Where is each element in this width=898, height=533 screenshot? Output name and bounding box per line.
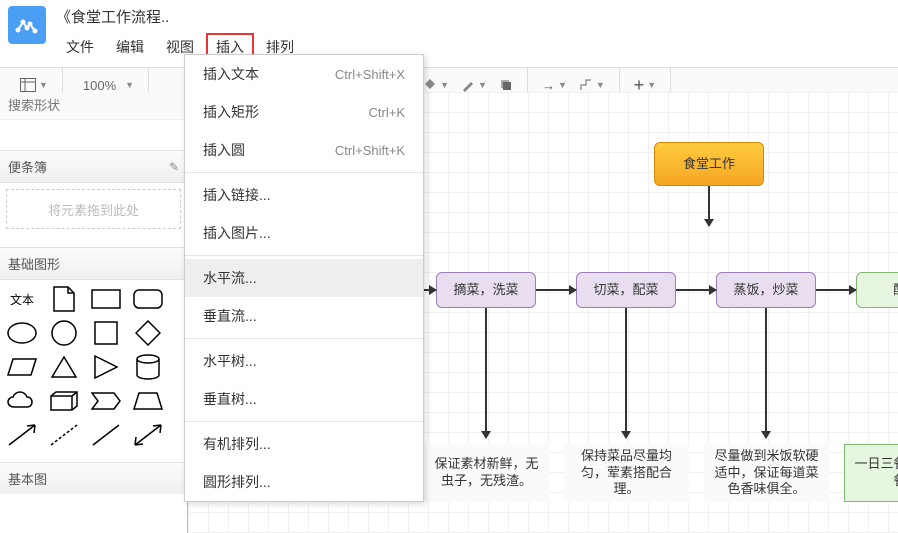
insert-text[interactable]: 插入文本Ctrl+Shift+X xyxy=(185,55,423,93)
organic-layout[interactable]: 有机排列... xyxy=(185,425,423,463)
insert-link[interactable]: 插入链接... xyxy=(185,176,423,214)
basic-shapes-header[interactable]: 基础图形 xyxy=(0,247,187,280)
shape-triangle-right[interactable] xyxy=(90,354,122,380)
shape-ellipse[interactable] xyxy=(6,320,38,346)
vertical-flow[interactable]: 垂直流... xyxy=(185,297,423,335)
shape-step[interactable] xyxy=(90,388,122,414)
shape-cylinder[interactable] xyxy=(132,354,164,380)
arrow xyxy=(708,186,710,226)
shape-page[interactable] xyxy=(48,286,80,312)
pencil-icon[interactable]: ✎ xyxy=(169,160,179,174)
menu-bar: 文件 编辑 视图 插入 排列 xyxy=(56,33,890,61)
shape-trapezoid[interactable] xyxy=(132,388,164,414)
app-logo xyxy=(8,6,46,44)
circle-layout[interactable]: 圆形排列... xyxy=(185,463,423,501)
shape-arrow[interactable] xyxy=(6,422,38,448)
scratchpad-dropzone[interactable]: 将元素拖到此处 xyxy=(6,189,181,229)
shape-cloud[interactable] xyxy=(6,388,38,414)
shape-rect[interactable] xyxy=(90,286,122,312)
shape-square[interactable] xyxy=(90,320,122,346)
insert-rect[interactable]: 插入矩形Ctrl+K xyxy=(185,93,423,131)
arrow xyxy=(765,308,767,438)
document-title: 《食堂工作流程.. xyxy=(56,6,890,27)
arrow xyxy=(816,289,856,291)
insert-image[interactable]: 插入图片... xyxy=(185,214,423,252)
process-node[interactable]: 摘菜，洗菜 xyxy=(436,272,536,308)
desc-node[interactable]: 尽量做到米饭软硬适中，保证每道菜色香味俱全。 xyxy=(704,444,829,502)
shapes-panel: 便条簿✎ 将元素拖到此处 基础图形 文本 xyxy=(0,92,188,533)
arrow xyxy=(536,289,576,291)
process-node[interactable]: 蒸饭，炒菜 xyxy=(716,272,816,308)
basic-diagram-header[interactable]: 基本图 xyxy=(0,462,187,494)
scratchpad-header[interactable]: 便条簿✎ xyxy=(0,150,187,183)
process-node[interactable]: 切菜，配菜 xyxy=(576,272,676,308)
shape-triangle[interactable] xyxy=(48,354,80,380)
horizontal-tree[interactable]: 水平树... xyxy=(185,342,423,380)
menu-edit[interactable]: 编辑 xyxy=(106,33,154,61)
shape-dashed[interactable] xyxy=(48,422,80,448)
arrow xyxy=(424,289,436,291)
desc-node[interactable]: 保证素材新鲜，无虫子，无残渣。 xyxy=(424,444,549,502)
arrow xyxy=(485,308,487,438)
start-node[interactable]: 食堂工作 xyxy=(654,142,764,186)
desc-node[interactable]: 一日三餐，按时开餐。 xyxy=(844,444,898,502)
arrow xyxy=(625,308,627,438)
shape-cube[interactable] xyxy=(48,388,80,414)
shape-diamond[interactable] xyxy=(132,320,164,346)
shape-line[interactable] xyxy=(90,422,122,448)
shape-parallelogram[interactable] xyxy=(6,354,38,380)
end-node[interactable]: 配餐 xyxy=(856,272,898,308)
shape-text[interactable]: 文本 xyxy=(6,286,38,312)
shape-roundrect[interactable] xyxy=(132,286,164,312)
desc-node[interactable]: 保持菜品尽量均匀，荤素搭配合理。 xyxy=(564,444,689,502)
insert-circle[interactable]: 插入圆Ctrl+Shift+K xyxy=(185,131,423,169)
search-shapes-input[interactable] xyxy=(0,92,187,120)
shape-bidir-arrow[interactable] xyxy=(132,422,164,448)
arrow xyxy=(676,289,716,291)
horizontal-flow[interactable]: 水平流... xyxy=(185,259,423,297)
insert-dropdown: 插入文本Ctrl+Shift+X 插入矩形Ctrl+K 插入圆Ctrl+Shif… xyxy=(184,54,424,502)
vertical-tree[interactable]: 垂直树... xyxy=(185,380,423,418)
shape-circle[interactable] xyxy=(48,320,80,346)
menu-file[interactable]: 文件 xyxy=(56,33,104,61)
